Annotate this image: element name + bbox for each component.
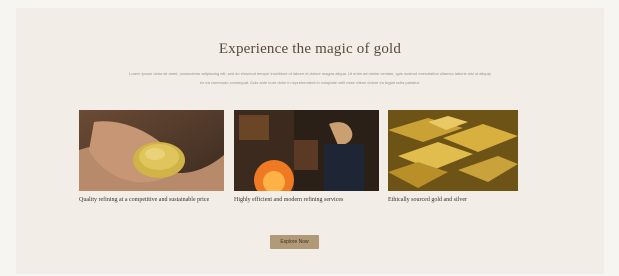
card-caption: Highly efficient and modern refining ser… xyxy=(234,197,344,203)
feature-card: Quality refining at a competitive and su… xyxy=(79,110,224,204)
card-caption: Quality refining at a competitive and su… xyxy=(79,197,210,203)
feature-cards: Quality refining at a competitive and su… xyxy=(79,110,518,220)
section-intro: Lorem ipsum dolor sit amet, consectetur … xyxy=(129,71,491,85)
gold-bars-image xyxy=(388,110,533,191)
refinery-worker-image xyxy=(234,110,379,191)
card-caption: Ethically sourced gold and silver xyxy=(388,197,467,203)
hands-gold-grains-image xyxy=(79,110,224,191)
feature-card: Ethically sourced gold and silver xyxy=(388,110,533,204)
feature-card: Highly efficient and modern refining ser… xyxy=(234,110,379,204)
section-title: Experience the magic of gold xyxy=(218,41,402,57)
explore-now-button[interactable]: Explore Now xyxy=(270,235,319,249)
